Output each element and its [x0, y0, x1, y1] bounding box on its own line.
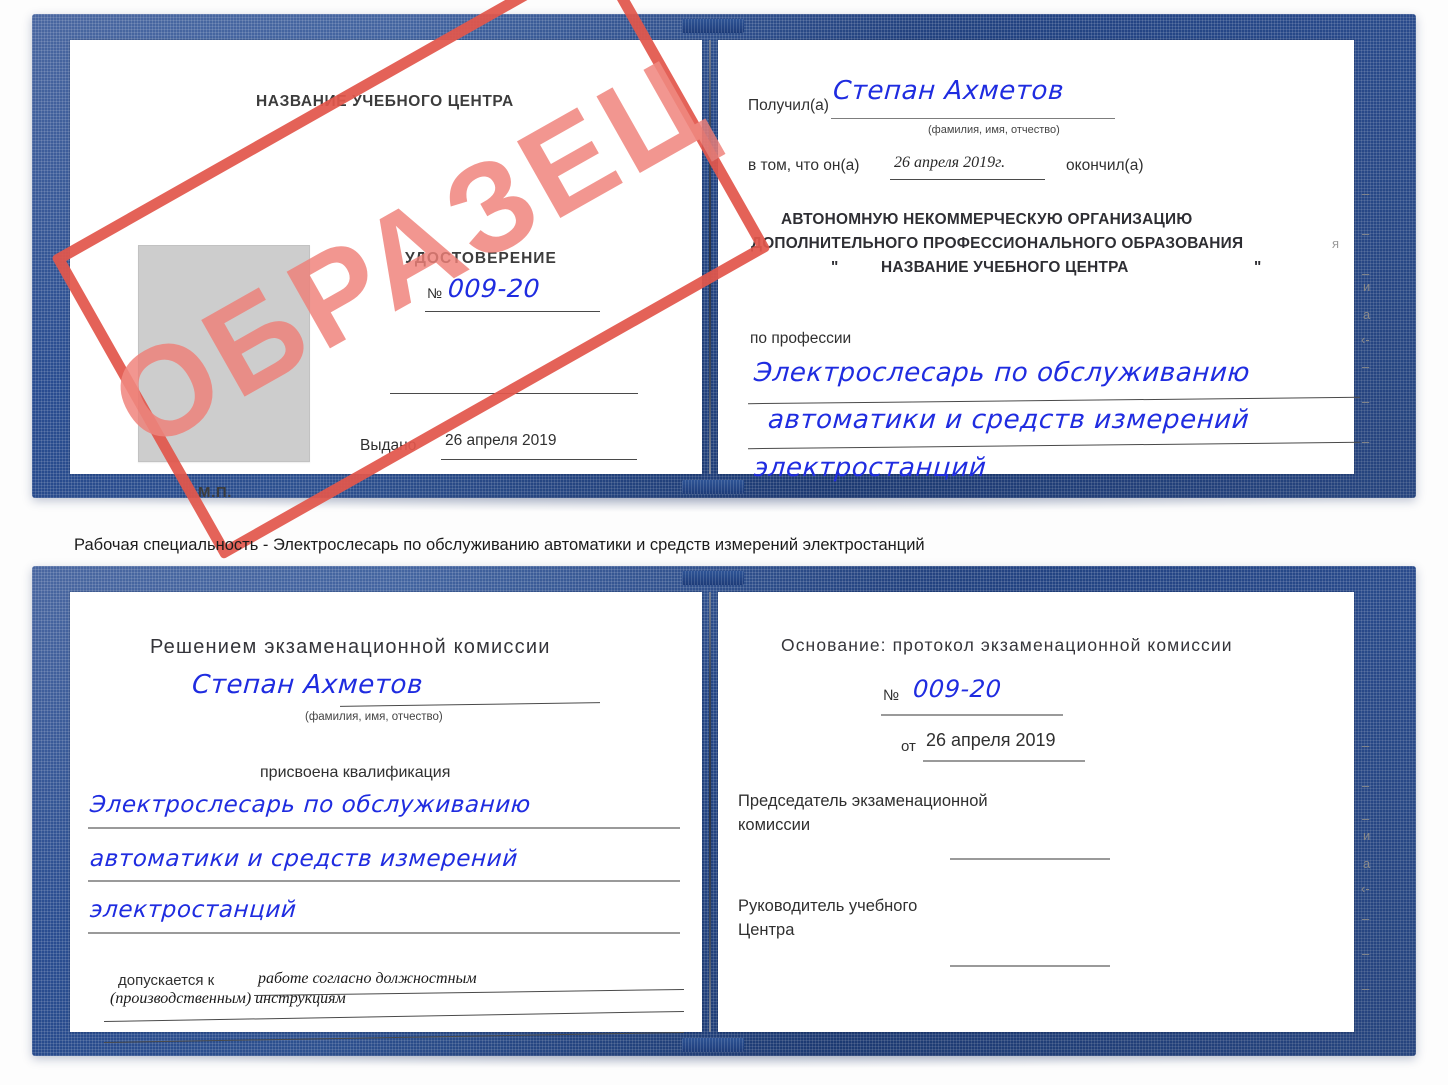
doc1-org-quote-close: "	[1254, 259, 1262, 276]
doc1-finished-label: окончил(а)	[1066, 157, 1144, 174]
doc1-org-line-1: АВТОНОМНУЮ НЕКОММЕРЧЕСКУЮ ОРГАНИЗАЦИЮ	[781, 211, 1193, 228]
doc1-title: УДОСТОВЕРЕНИЕ	[405, 250, 557, 267]
doc2-qualification-rule-1	[88, 827, 680, 829]
photo-placeholder	[138, 245, 310, 462]
document-1-drop-shadow	[60, 496, 1390, 512]
doc2-edge-artifact-6: ‹-	[1361, 881, 1370, 896]
doc2-heading: Решением экзаменационной комиссии	[150, 636, 551, 658]
doc1-received-value: Степан Ахметов	[831, 76, 1066, 106]
doc1-training-center-name: НАЗВАНИЕ УЧЕБНОГО ЦЕНТРА	[256, 93, 514, 110]
doc2-basis-label: Основание: протокол экзаменационной коми…	[781, 635, 1233, 655]
doc1-org-quote-open: "	[831, 259, 839, 276]
doc2-qualification-line-3: электростанций	[89, 897, 298, 923]
document-1-spine	[709, 40, 711, 474]
document-1-spine-tab-top	[682, 19, 744, 33]
doc2-number-rule	[881, 714, 1063, 716]
doc1-that-he-value: 26 апреля 2019г.	[894, 154, 1006, 171]
doc1-issued-label: Выдано	[360, 437, 417, 454]
doc1-edge-artifact-6: ‹-	[1361, 332, 1370, 347]
document-2-spine-tab-top	[682, 571, 744, 585]
doc2-admitted-label: допускается к	[118, 972, 215, 989]
page-caption: Рабочая специальность - Электрослесарь п…	[74, 536, 925, 554]
doc2-qualification-line-1: Электрослесарь по обслуживанию	[89, 792, 532, 818]
doc2-qualification-label: присвоена квалификация	[260, 764, 451, 781]
doc1-profession-rule-2	[748, 441, 1360, 450]
doc1-received-rule	[831, 118, 1115, 120]
document-2-left-page: Решением экзаменационной комиссии Степан…	[70, 592, 702, 1044]
document-2-spine-tab-bottom	[682, 1038, 744, 1052]
doc1-edge-artifact-2: –	[1362, 226, 1370, 241]
doc2-edge-artifact-4: и	[1363, 828, 1371, 843]
doc1-number-rule	[425, 311, 600, 312]
doc1-profession-line-3: электростанций	[752, 453, 988, 483]
doc2-number-label: №	[883, 687, 900, 704]
doc2-edge-artifact-7: –	[1362, 911, 1370, 926]
doc2-chairman-line-2: комиссии	[738, 816, 811, 834]
doc1-edge-artifact-10: я	[1332, 236, 1340, 251]
doc1-number-label: №	[427, 285, 443, 301]
doc2-director-line-1: Руководитель учебного	[738, 897, 918, 915]
doc2-admitted-line-2: (производственным) инструкциям	[110, 990, 346, 1007]
doc1-edge-artifact-4: и	[1363, 279, 1371, 294]
certificate-document-1: НАЗВАНИЕ УЧЕБНОГО ЦЕНТРА М.П. УДОСТОВЕРЕ…	[32, 14, 1416, 501]
certificate-document-2: Решением экзаменационной комиссии Степан…	[32, 566, 1416, 1056]
document-2-spine	[709, 592, 711, 1032]
doc1-org-line-2: ДОПОЛНИТЕЛЬНОГО ПРОФЕССИОНАЛЬНОГО ОБРАЗО…	[751, 235, 1244, 252]
doc1-edge-artifact-1: –	[1362, 186, 1370, 201]
document-2-right-page: Основание: протокол экзаменационной коми…	[718, 592, 1354, 1032]
doc2-edge-artifact-8: –	[1362, 946, 1370, 961]
doc2-qualification-rule-3	[88, 932, 680, 934]
doc2-number-value: 009-20	[912, 675, 1003, 703]
doc2-edge-artifact-9: –	[1362, 981, 1370, 996]
doc2-admitted-rule-2	[104, 1010, 684, 1023]
doc2-director-signature-rule	[950, 965, 1110, 967]
doc1-org-line-3: НАЗВАНИЕ УЧЕБНОГО ЦЕНТРА	[881, 259, 1129, 276]
doc2-chairman-line-1: Председатель экзаменационной	[738, 792, 988, 810]
doc2-admitted-line-1: работе согласно должностным	[258, 970, 477, 987]
document-1-right-page: Получил(а) Степан Ахметов (фамилия, имя,…	[718, 40, 1360, 483]
doc1-received-label: Получил(а)	[748, 97, 829, 114]
doc2-qualification-line-2: автоматики и средств измерений	[89, 846, 519, 872]
document-1-left-page: НАЗВАНИЕ УЧЕБНОГО ЦЕНТРА М.П. УДОСТОВЕРЕ…	[70, 40, 702, 501]
doc1-number-value: 009-20	[446, 274, 542, 303]
doc1-fio-hint: (фамилия, имя, отчество)	[928, 124, 1060, 136]
doc2-chairman-signature-rule	[950, 858, 1110, 860]
doc1-issued-value: 26 апреля 2019	[445, 432, 557, 449]
doc2-date-value: 26 апреля 2019	[926, 730, 1056, 750]
doc2-director-line-2: Центра	[738, 921, 795, 939]
doc1-that-he-rule	[890, 179, 1045, 180]
doc1-that-he-label: в том, что он(а)	[748, 157, 860, 174]
doc2-name-rule	[340, 702, 600, 707]
doc2-edge-artifact-2: –	[1362, 778, 1370, 793]
doc1-edge-artifact-8: –	[1362, 394, 1370, 409]
doc2-edge-artifact-1: –	[1362, 738, 1370, 753]
doc2-fio-hint: (фамилия, имя, отчество)	[305, 711, 443, 723]
document-2-drop-shadow	[60, 1052, 1390, 1068]
doc1-edge-artifact-9: –	[1362, 434, 1370, 449]
doc1-edge-artifact-5: а	[1363, 307, 1371, 322]
doc1-issued-rule	[441, 459, 637, 460]
doc2-edge-artifact-3: –	[1362, 811, 1370, 826]
doc1-profession-label: по профессии	[750, 330, 852, 347]
doc2-name-value: Степан Ахметов	[190, 670, 425, 700]
doc1-edge-artifact-7: –	[1362, 359, 1370, 374]
doc1-profession-line-1: Электрослесарь по обслуживанию	[752, 358, 1252, 388]
doc2-date-rule	[923, 760, 1085, 762]
doc2-edge-artifact-5: а	[1363, 856, 1371, 871]
document-1-spine-tab-bottom	[682, 480, 744, 494]
doc1-profession-rule-1	[748, 396, 1360, 405]
doc1-profession-line-2: автоматики и средств измерений	[766, 405, 1251, 435]
doc2-qualification-rule-2	[88, 880, 680, 882]
doc2-date-label: от	[901, 738, 916, 755]
doc1-blank-rule-1	[390, 393, 638, 394]
